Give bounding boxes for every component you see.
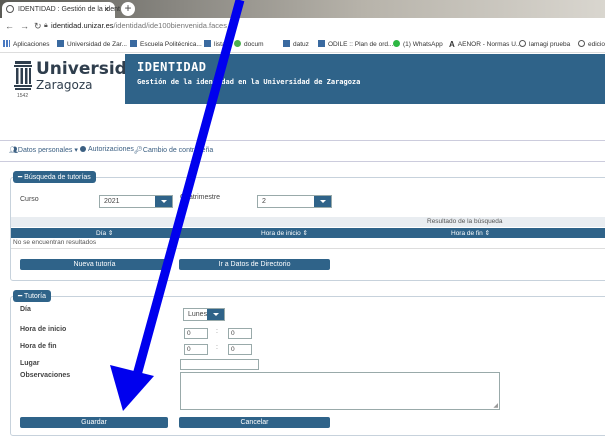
bookmark-aenor[interactable]: A AENOR - Normas U...	[449, 40, 521, 49]
url-path: /identidad/ide100bienvenida.faces	[113, 21, 227, 30]
chevron-down-icon[interactable]	[314, 196, 331, 207]
save-button[interactable]: Guardar	[20, 417, 168, 428]
collapse-icon: ━	[18, 293, 23, 300]
close-tab-icon[interactable]: ×	[104, 5, 109, 14]
start-time-separator: :	[216, 328, 218, 335]
apps-grid-icon	[3, 40, 10, 47]
logo-year: 1542	[17, 93, 29, 99]
bookmark-odile[interactable]: ODILE :: Plan de ord...	[318, 40, 393, 48]
users-icon: 👥︎	[9, 147, 18, 154]
results-header-bar: Resultado de la búsqueda	[11, 217, 605, 227]
key-icon: 🔑︎	[134, 147, 143, 154]
course-select[interactable]: 2021	[99, 195, 173, 208]
place-label: Lugar	[20, 360, 40, 367]
cancel-button[interactable]: Cancelar	[179, 417, 330, 428]
bookmark-apps[interactable]: Aplicaciones	[3, 40, 50, 48]
drive-icon	[234, 40, 241, 47]
chevron-down-icon[interactable]	[155, 196, 172, 207]
university-crest-icon	[14, 61, 32, 90]
empty-message: No se encuentran resultados	[13, 239, 97, 246]
term-value: 2	[262, 197, 266, 205]
course-label: Curso	[20, 196, 39, 203]
lock-icon: 🔒︎	[44, 22, 48, 29]
bookmark-whatsapp[interactable]: (1) WhatsApp	[393, 40, 443, 48]
start-minute-input[interactable]: 0	[228, 328, 252, 339]
table-row: No se encuentran resultados	[11, 238, 605, 249]
bookmark-edicio[interactable]: edicio	[578, 40, 605, 48]
end-hour-input[interactable]: 0	[184, 344, 208, 355]
term-label: Cuatrimestre	[180, 194, 221, 201]
day-label: Día	[20, 306, 31, 313]
reload-icon[interactable]: ↻	[34, 21, 42, 32]
check-circle-icon	[80, 146, 86, 152]
unizar-icon	[318, 40, 325, 47]
aenor-icon: A	[449, 40, 455, 49]
tutoria-fieldset	[10, 296, 605, 436]
banner-title: IDENTIDAD	[137, 60, 207, 74]
directory-button[interactable]: Ir a Datos de Directorio	[179, 259, 330, 270]
end-minute-input[interactable]: 0	[228, 344, 252, 355]
menu-change-password[interactable]: 🔑︎Cambio de contraseña	[134, 146, 213, 154]
start-hour-input[interactable]: 0	[184, 328, 208, 339]
column-start[interactable]: Hora de inicio ⇕	[261, 229, 308, 237]
banner-subtitle: Gestión de la identidad en la Universida…	[137, 78, 361, 86]
whatsapp-icon	[393, 40, 400, 47]
unizar-icon	[130, 40, 137, 47]
url-host: identidad.unizar.es	[51, 21, 114, 30]
bookmark-docum[interactable]: docum	[234, 40, 264, 48]
column-end[interactable]: Hora de fin ⇕	[451, 229, 490, 237]
search-legend[interactable]: ━ Búsqueda de tutorías	[13, 171, 96, 183]
column-day[interactable]: Día ⇕	[96, 229, 113, 237]
url-field[interactable]: identidad.unizar.es/identidad/ide100bien…	[51, 21, 227, 30]
bookmark-eps[interactable]: Escuela Politécnica...	[130, 40, 202, 48]
start-time-label: Hora de inicio	[20, 326, 67, 333]
back-icon[interactable]: ←	[5, 21, 14, 31]
place-input[interactable]	[180, 359, 259, 370]
notes-label: Observaciones	[20, 372, 71, 379]
menu-personal-data[interactable]: 👥︎Datos personales ▾	[9, 146, 78, 154]
unizar-icon	[204, 40, 211, 47]
tutoria-legend[interactable]: ━ Tutoría	[13, 290, 51, 302]
bookmark-listas[interactable]: listas	[204, 40, 229, 48]
new-tab-button[interactable]: +	[121, 2, 135, 16]
bookmark-unizar[interactable]: Universidad de Zar...	[57, 40, 127, 48]
unizar-icon	[57, 40, 64, 47]
forward-icon[interactable]: →	[20, 21, 29, 31]
unizar-icon	[283, 40, 290, 47]
globe-icon	[6, 5, 14, 13]
browser-tab[interactable]: IDENTIDAD : Gestión de la ident ×	[2, 2, 120, 18]
menu-authorizations[interactable]: Autorizaciones	[80, 146, 134, 153]
bookmark-lamagi[interactable]: lamagi prueba	[519, 40, 570, 48]
results-header: Resultado de la búsqueda	[427, 218, 503, 225]
chevron-down-icon[interactable]	[207, 309, 224, 320]
header-banner: IDENTIDAD Gestión de la identidad en la …	[125, 54, 605, 104]
globe-icon	[519, 40, 526, 47]
day-value: Lunes	[188, 310, 208, 318]
new-tutoria-button[interactable]: Nueva tutoría	[20, 259, 169, 270]
day-select[interactable]: Lunes	[183, 308, 225, 321]
bookmarks-bar: Aplicaciones Universidad de Zar... Escue…	[0, 36, 605, 53]
term-select[interactable]: 2	[257, 195, 332, 208]
notes-textarea[interactable]: ◢	[180, 372, 500, 410]
course-value: 2021	[104, 197, 120, 205]
globe-icon	[578, 40, 585, 47]
end-time-separator: :	[216, 344, 218, 351]
logo-name-line2: Zaragoza	[36, 78, 93, 92]
results-table-header: Día ⇕ Hora de inicio ⇕ Hora de fin ⇕	[11, 228, 605, 238]
bookmark-datuz[interactable]: datuz	[283, 40, 309, 48]
resize-handle-icon[interactable]: ◢	[493, 402, 498, 409]
end-time-label: Hora de fin	[20, 343, 57, 350]
caret-down-icon: ▾	[74, 147, 78, 154]
collapse-icon: ━	[18, 174, 23, 181]
